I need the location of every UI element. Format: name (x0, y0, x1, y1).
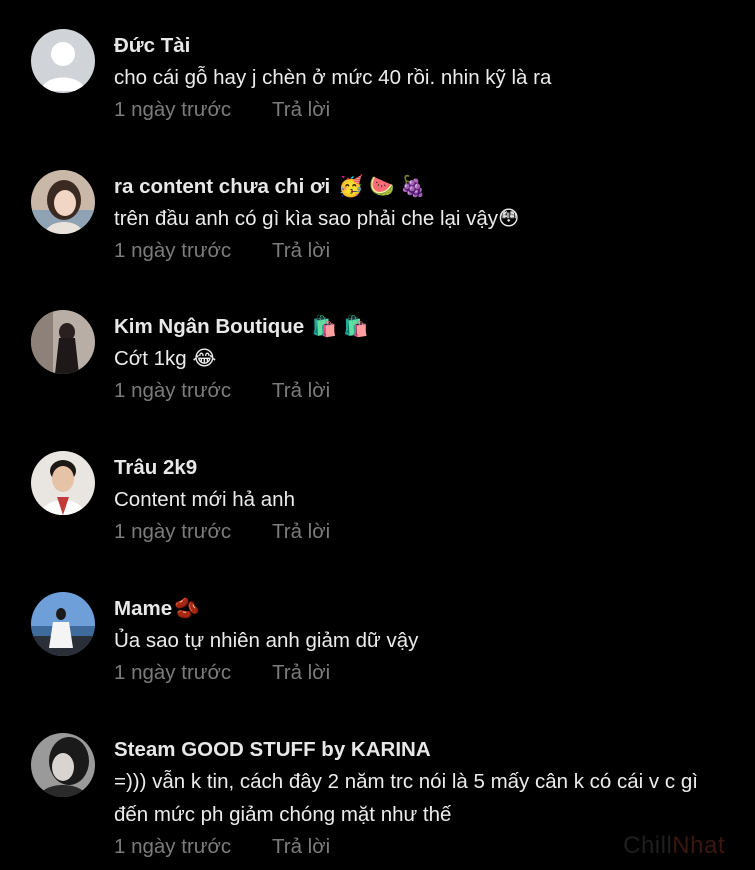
comment-meta: 1 ngày trước Trả lời (114, 95, 735, 125)
name-emoji: 🥳 🍉 🍇 (337, 175, 426, 198)
comment-time: 1 ngày trước (114, 379, 232, 402)
comment-meta: 1 ngày trước Trả lời (114, 658, 735, 688)
default-avatar-icon[interactable] (31, 29, 95, 93)
commenter-name[interactable]: Đức Tài (114, 31, 735, 61)
comment-text: =))) vẫn k tin, cách đây 2 năm trc nói l… (114, 770, 698, 826)
comment-text: trên đầu anh có gì kìa sao phải che lại … (114, 207, 520, 230)
comment-meta: 1 ngày trước Trả lời (114, 517, 735, 547)
comment-meta: 1 ngày trước Trả lời (114, 236, 735, 266)
commenter-name[interactable]: Kim Ngân Boutique 🛍️ 🛍️ (114, 312, 735, 342)
commenter-name[interactable]: Steam GOOD STUFF by KARINA (114, 735, 735, 765)
comment-text: Cớt 1kg 😂 (114, 347, 217, 370)
watermark-part2: Nhat (672, 832, 725, 859)
reply-button[interactable]: Trả lời (272, 98, 330, 121)
comment-text: Content mới hả anh (114, 488, 295, 511)
reply-button[interactable]: Trả lời (272, 379, 330, 402)
reply-button[interactable]: Trả lời (272, 520, 330, 543)
comment-text: cho cái gỗ hay j chèn ở mức 40 rồi. nhin… (114, 66, 552, 89)
comment-time: 1 ngày trước (114, 239, 232, 262)
watermark-logo: ChillNhat (623, 832, 725, 860)
user-photo-icon[interactable] (31, 451, 95, 515)
user-photo-icon[interactable] (31, 592, 95, 656)
comment-text: Ủa sao tự nhiên anh giảm dữ vậy (114, 629, 419, 652)
user-photo-icon[interactable] (31, 170, 95, 234)
commenter-name[interactable]: Mame🫘 (114, 594, 735, 624)
comment-meta: 1 ngày trước Trả lời (114, 376, 735, 406)
comment-time: 1 ngày trước (114, 98, 232, 121)
reply-button[interactable]: Trả lời (272, 239, 330, 262)
name-emoji: 🫘 (174, 597, 200, 620)
reply-button[interactable]: Trả lời (272, 835, 330, 858)
commenter-name[interactable]: ra content chưa chi ơi 🥳 🍉 🍇 (114, 172, 735, 202)
watermark-part1: Chill (623, 832, 673, 859)
name-emoji: 🛍️ 🛍️ (311, 315, 369, 338)
comment-time: 1 ngày trước (114, 835, 232, 858)
commenter-name[interactable]: Trâu 2k9 (114, 453, 735, 483)
user-photo-icon[interactable] (31, 733, 95, 797)
user-photo-icon[interactable] (31, 310, 95, 374)
reply-button[interactable]: Trả lời (272, 661, 330, 684)
comment-time: 1 ngày trước (114, 520, 232, 543)
comment-time: 1 ngày trước (114, 661, 232, 684)
